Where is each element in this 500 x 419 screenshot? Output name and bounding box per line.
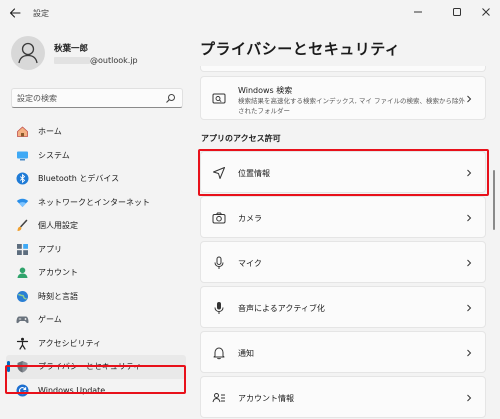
apps-icon [16, 243, 29, 256]
sidebar-item-label: プライバシーとセキュリティ [38, 362, 142, 372]
sidebar-item-personalization[interactable]: 個人用設定 [6, 214, 186, 238]
chevron-right-icon [467, 394, 472, 402]
account-email-domain: @outlook.jp [90, 56, 138, 65]
permission-label: 通知 [238, 349, 254, 358]
search-icon[interactable] [165, 93, 176, 104]
permission-account-info[interactable]: アカウント情報 [200, 376, 486, 418]
sidebar-item-label: 時刻と言語 [38, 291, 78, 301]
account-icon [16, 266, 29, 279]
sidebar-item-bluetooth[interactable]: Bluetooth とデバイス [6, 167, 186, 191]
permission-location[interactable]: 位置情報 [200, 151, 486, 193]
minimize-icon[interactable] [410, 4, 426, 20]
windows-search-card[interactable]: Windows 検索 検索結果を高速化する検索インデックス, マイ ファイルの検… [200, 76, 486, 120]
wifi-icon [16, 196, 29, 209]
sidebar-item-label: Windows Update [38, 385, 106, 395]
sidebar-item-windows-update[interactable]: Windows Update [6, 379, 186, 403]
sidebar-item-label: システム [38, 150, 70, 160]
windows-search-description: 検索結果を高速化する検索インデックス, マイ ファイルの検索、検索から除外された… [238, 97, 466, 115]
home-icon [16, 125, 29, 138]
sidebar-item-label: ホーム [38, 127, 62, 137]
sidebar-nav: ホーム システム Bluetooth とデバイス ネットワークとインターネット … [6, 120, 186, 402]
page-title: プライバシーとセキュリティ [200, 40, 401, 58]
brush-icon [16, 219, 29, 232]
chevron-right-icon [467, 169, 472, 177]
permission-label: カメラ [238, 214, 262, 223]
sidebar-item-privacy-security[interactable]: プライバシーとセキュリティ [6, 355, 186, 379]
account-name: 秋葉一郎 [54, 44, 89, 54]
sidebar-item-network[interactable]: ネットワークとインターネット [6, 191, 186, 215]
email-redaction [54, 57, 90, 64]
microphone-icon [212, 256, 226, 270]
avatar[interactable] [11, 36, 45, 70]
account-email: @outlook.jp [54, 56, 138, 67]
chevron-right-icon [467, 259, 472, 267]
sidebar-item-label: アクセシビリティ [38, 338, 102, 348]
chevron-right-icon [467, 304, 472, 312]
voice-icon [212, 301, 226, 315]
section-heading-app-permissions: アプリのアクセス許可 [201, 134, 281, 143]
chevron-right-icon [467, 349, 472, 357]
search-settings-icon [212, 92, 226, 106]
search-box[interactable] [11, 88, 183, 108]
permission-label: 音声によるアクティブ化 [238, 304, 325, 313]
accessibility-icon [16, 337, 29, 350]
camera-icon [212, 211, 226, 225]
sidebar-item-label: ゲーム [38, 315, 62, 325]
sidebar-item-accessibility[interactable]: アクセシビリティ [6, 332, 186, 356]
chevron-right-icon [467, 214, 472, 222]
close-icon[interactable] [478, 4, 494, 20]
account-info-icon [212, 391, 226, 405]
gamepad-icon [16, 313, 29, 326]
permission-notifications[interactable]: 通知 [200, 331, 486, 373]
sidebar-item-label: ネットワークとインターネット [38, 197, 150, 207]
search-input[interactable] [17, 92, 157, 105]
maximize-icon[interactable] [449, 4, 465, 20]
sidebar-item-system[interactable]: システム [6, 144, 186, 168]
windows-search-label: Windows 検索 [238, 86, 293, 95]
permission-label: 位置情報 [238, 169, 270, 178]
permission-camera[interactable]: カメラ [200, 196, 486, 238]
back-arrow-icon[interactable] [8, 6, 22, 20]
shield-icon [16, 360, 29, 373]
sidebar-item-label: アプリ [38, 244, 62, 254]
sidebar-item-label: アカウント [38, 268, 78, 278]
sidebar-item-apps[interactable]: アプリ [6, 238, 186, 262]
sidebar-item-gaming[interactable]: ゲーム [6, 308, 186, 332]
permission-label: マイク [238, 259, 262, 268]
sidebar-item-time-language[interactable]: 時刻と言語 [6, 285, 186, 309]
scrollbar-thumb[interactable] [493, 170, 495, 230]
title-bar: 設定 [0, 0, 500, 26]
permission-voice-activation[interactable]: 音声によるアクティブ化 [200, 286, 486, 328]
location-icon [212, 166, 226, 180]
system-icon [16, 149, 29, 162]
chevron-right-icon [467, 95, 472, 103]
sidebar-item-label: 個人用設定 [38, 221, 78, 231]
permission-label: アカウント情報 [238, 394, 294, 403]
sidebar-item-home[interactable]: ホーム [6, 120, 186, 144]
user-silhouette-icon [18, 42, 38, 64]
globe-icon [16, 290, 29, 303]
bluetooth-icon [16, 172, 29, 185]
card-partial-top [200, 66, 486, 72]
update-icon [16, 384, 29, 397]
bell-icon [212, 346, 226, 360]
sidebar-item-label: Bluetooth とデバイス [38, 174, 120, 184]
permission-microphone[interactable]: マイク [200, 241, 486, 283]
sidebar-item-accounts[interactable]: アカウント [6, 261, 186, 285]
app-title: 設定 [33, 9, 49, 18]
